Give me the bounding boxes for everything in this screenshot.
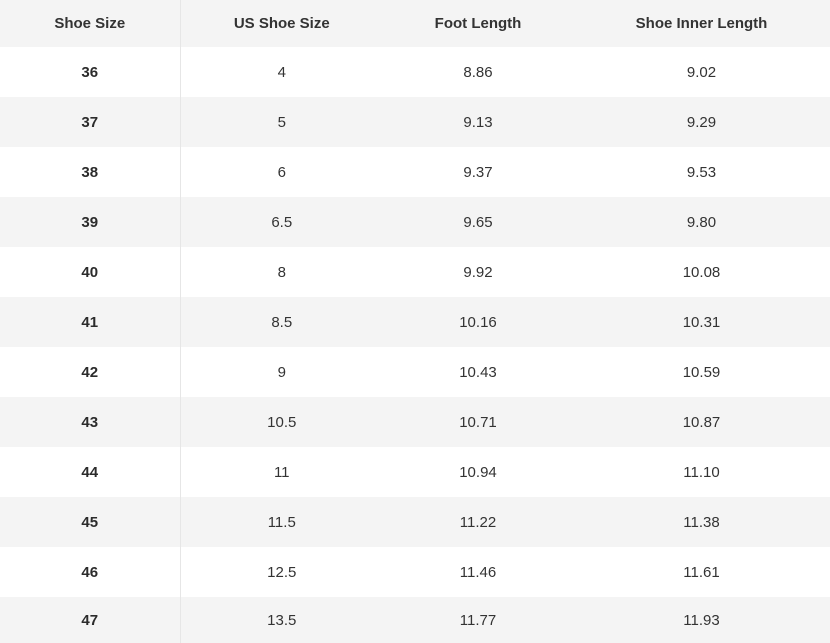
cell-shoe-inner-length: 9.29: [573, 97, 830, 147]
cell-foot-length: 10.94: [383, 447, 573, 497]
cell-shoe-size: 40: [0, 247, 181, 297]
cell-shoe-inner-length: 9.53: [573, 147, 830, 197]
cell-shoe-size: 37: [0, 97, 181, 147]
cell-us-shoe-size: 5: [180, 97, 383, 147]
table-row: 45 11.5 11.22 11.38: [0, 497, 830, 547]
cell-foot-length: 10.71: [383, 397, 573, 447]
cell-shoe-size: 38: [0, 147, 181, 197]
cell-shoe-inner-length: 10.31: [573, 297, 830, 347]
cell-shoe-inner-length: 10.87: [573, 397, 830, 447]
cell-shoe-inner-length: 11.61: [573, 547, 830, 597]
table-row: 36 4 8.86 9.02: [0, 47, 830, 97]
cell-shoe-inner-length: 9.02: [573, 47, 830, 97]
table-row: 47 13.5 11.77 11.93: [0, 597, 830, 643]
cell-shoe-size: 44: [0, 447, 181, 497]
cell-us-shoe-size: 9: [180, 347, 383, 397]
cell-us-shoe-size: 6.5: [180, 197, 383, 247]
table-header: Shoe Size US Shoe Size Foot Length Shoe …: [0, 0, 830, 47]
cell-foot-length: 11.46: [383, 547, 573, 597]
table-row: 42 9 10.43 10.59: [0, 347, 830, 397]
cell-foot-length: 9.65: [383, 197, 573, 247]
table-row: 40 8 9.92 10.08: [0, 247, 830, 297]
header-shoe-inner-length: Shoe Inner Length: [573, 0, 830, 47]
cell-foot-length: 9.37: [383, 147, 573, 197]
cell-foot-length: 10.16: [383, 297, 573, 347]
table-body: 36 4 8.86 9.02 37 5 9.13 9.29 38 6 9.37 …: [0, 47, 830, 643]
cell-shoe-size: 46: [0, 547, 181, 597]
cell-us-shoe-size: 13.5: [180, 597, 383, 643]
header-row: Shoe Size US Shoe Size Foot Length Shoe …: [0, 0, 830, 47]
cell-us-shoe-size: 8: [180, 247, 383, 297]
cell-shoe-size: 36: [0, 47, 181, 97]
cell-shoe-inner-length: 11.10: [573, 447, 830, 497]
cell-shoe-inner-length: 10.08: [573, 247, 830, 297]
cell-shoe-size: 42: [0, 347, 181, 397]
shoe-size-table: Shoe Size US Shoe Size Foot Length Shoe …: [0, 0, 830, 643]
cell-us-shoe-size: 8.5: [180, 297, 383, 347]
cell-foot-length: 9.13: [383, 97, 573, 147]
table-row: 44 11 10.94 11.10: [0, 447, 830, 497]
table-row: 41 8.5 10.16 10.31: [0, 297, 830, 347]
cell-us-shoe-size: 11.5: [180, 497, 383, 547]
cell-shoe-size: 41: [0, 297, 181, 347]
cell-shoe-size: 39: [0, 197, 181, 247]
table-row: 43 10.5 10.71 10.87: [0, 397, 830, 447]
table-row: 39 6.5 9.65 9.80: [0, 197, 830, 247]
cell-us-shoe-size: 6: [180, 147, 383, 197]
table-row: 37 5 9.13 9.29: [0, 97, 830, 147]
cell-us-shoe-size: 12.5: [180, 547, 383, 597]
cell-foot-length: 10.43: [383, 347, 573, 397]
cell-shoe-inner-length: 11.38: [573, 497, 830, 547]
cell-us-shoe-size: 10.5: [180, 397, 383, 447]
cell-foot-length: 11.22: [383, 497, 573, 547]
cell-foot-length: 9.92: [383, 247, 573, 297]
cell-foot-length: 11.77: [383, 597, 573, 643]
header-shoe-size: Shoe Size: [0, 0, 181, 47]
cell-shoe-inner-length: 10.59: [573, 347, 830, 397]
cell-shoe-size: 45: [0, 497, 181, 547]
cell-shoe-size: 47: [0, 597, 181, 643]
header-foot-length: Foot Length: [383, 0, 573, 47]
cell-foot-length: 8.86: [383, 47, 573, 97]
cell-shoe-size: 43: [0, 397, 181, 447]
cell-us-shoe-size: 4: [180, 47, 383, 97]
table-row: 46 12.5 11.46 11.61: [0, 547, 830, 597]
header-us-shoe-size: US Shoe Size: [180, 0, 383, 47]
table-row: 38 6 9.37 9.53: [0, 147, 830, 197]
cell-us-shoe-size: 11: [180, 447, 383, 497]
cell-shoe-inner-length: 11.93: [573, 597, 830, 643]
cell-shoe-inner-length: 9.80: [573, 197, 830, 247]
